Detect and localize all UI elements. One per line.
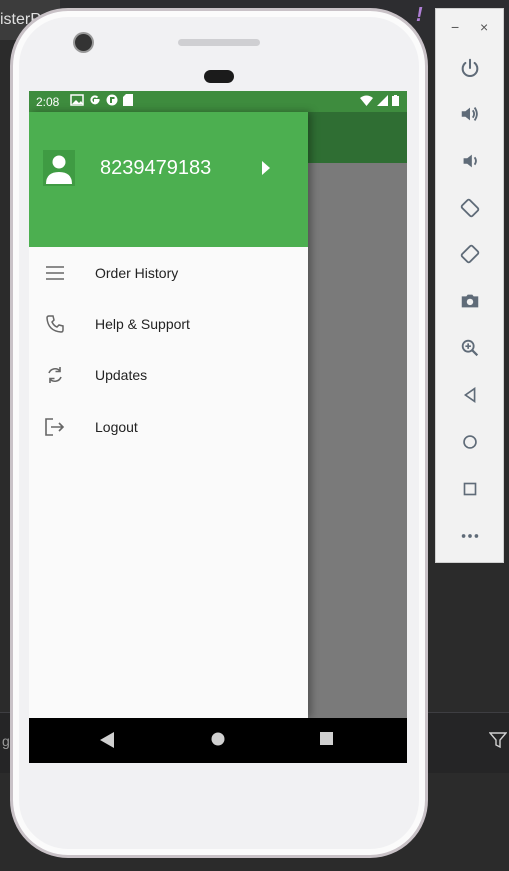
nav-overview-icon[interactable] [320, 732, 333, 745]
ide-panel-text: g [2, 733, 10, 749]
avatar-icon [43, 150, 75, 186]
menu-item-logout[interactable]: Logout [29, 402, 308, 452]
nav-back-icon[interactable] [100, 732, 114, 748]
user-phone-number: 8239479183 [100, 157, 212, 179]
status-time: 2:08 [36, 95, 60, 109]
status-bar: 2:08 [29, 91, 407, 112]
menu-item-label: Logout [95, 419, 138, 435]
navigation-drawer: 8239479183 Order History Help & Support … [29, 112, 308, 718]
signal-icon [377, 95, 388, 106]
menu-item-updates[interactable]: Updates [29, 350, 308, 400]
front-camera [75, 34, 92, 51]
menu-item-label: Help & Support [95, 316, 190, 332]
google-icon [90, 95, 100, 105]
sd-card-icon [123, 94, 133, 106]
zoom-icon[interactable] [457, 335, 483, 361]
logout-icon [44, 416, 66, 438]
emulator-toolbar: − × [435, 8, 504, 563]
menu-item-label: Updates [95, 367, 148, 383]
app-notification-icon [106, 94, 118, 106]
volume-down-icon[interactable] [457, 148, 483, 174]
nav-home-icon[interactable] [211, 732, 225, 746]
drawer-header[interactable]: 8239479183 [29, 112, 308, 247]
power-icon[interactable] [457, 55, 483, 81]
app-bar [308, 112, 407, 163]
phone-screen: 2:08 8239479183 Order History Help & Sup… [29, 91, 407, 763]
home-icon[interactable] [457, 429, 483, 455]
caret-right-icon[interactable] [261, 161, 271, 175]
volume-up-icon[interactable] [457, 101, 483, 127]
system-nav-bar [29, 718, 407, 763]
battery-icon [392, 95, 399, 106]
sync-icon [44, 364, 66, 386]
overview-icon[interactable] [457, 476, 483, 502]
phone-icon [44, 313, 66, 335]
more-icon[interactable] [457, 523, 483, 549]
back-icon[interactable] [457, 382, 483, 408]
rotate-right-icon[interactable] [457, 241, 483, 267]
wifi-icon [360, 95, 373, 106]
image-icon [70, 94, 84, 106]
camera-icon[interactable] [457, 288, 483, 314]
ide-vs-icon: ! [416, 4, 423, 26]
menu-icon [44, 262, 66, 284]
minimize-button[interactable]: − [451, 19, 459, 35]
menu-item-help-support[interactable]: Help & Support [29, 299, 308, 349]
menu-item-order-history[interactable]: Order History [29, 248, 308, 298]
app-content-behind [308, 163, 407, 718]
logo-graphic [308, 364, 382, 464]
earpiece [204, 70, 234, 83]
filter-icon[interactable] [489, 731, 507, 749]
rotate-left-icon[interactable] [457, 195, 483, 221]
close-button[interactable]: × [480, 19, 488, 35]
speaker-grille [178, 39, 260, 46]
menu-item-label: Order History [95, 265, 179, 281]
